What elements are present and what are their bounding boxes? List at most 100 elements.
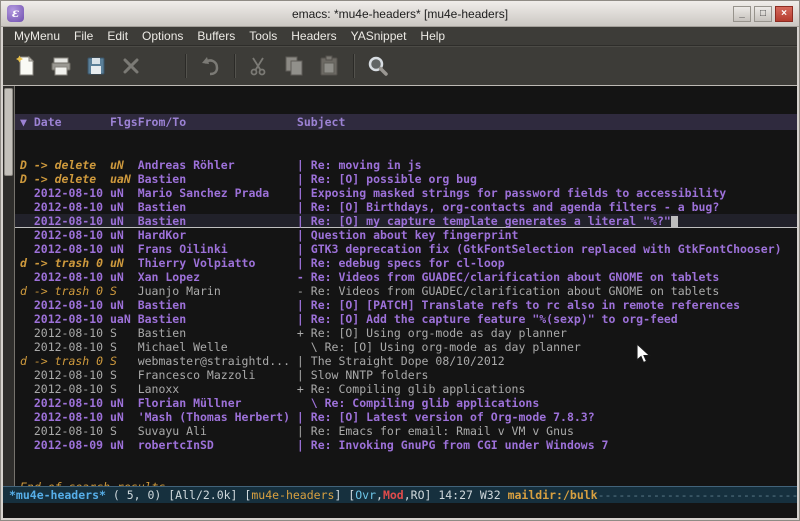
- message-row[interactable]: 2012-08-10uN'Mash (Thomas Herbert)| Re: …: [15, 410, 797, 424]
- menu-item-headers[interactable]: Headers: [284, 27, 343, 45]
- date-cell: 2012-08-10: [20, 242, 110, 256]
- modeline-folder: maildir:/bulk: [508, 488, 598, 502]
- subject-cell: | Re: Emacs for email: Rmail v VM v Gnus: [297, 424, 574, 438]
- message-row[interactable]: 2012-08-10uNXan Lopez- Re: Videos from G…: [15, 270, 797, 284]
- from-cell: Bastien: [138, 172, 297, 186]
- date-cell: 2012-08-10: [20, 214, 110, 228]
- subject-cell: | Re: edebug specs for cl-loop: [297, 256, 505, 270]
- scrollbar[interactable]: [3, 86, 15, 486]
- title-bar[interactable]: ε emacs: *mu4e-headers* [mu4e-headers] _…: [1, 1, 799, 27]
- undo-button[interactable]: [195, 51, 225, 81]
- date-cell: 2012-08-10: [20, 340, 110, 354]
- message-row[interactable]: d -> trash 0uNThierry Volpiatto| Re: ede…: [15, 256, 797, 270]
- mode-line: *mu4e-headers* ( 5, 0) [All/2.0k] [mu4e-…: [3, 486, 797, 503]
- menu-item-options[interactable]: Options: [135, 27, 190, 45]
- close-button[interactable]: ×: [775, 6, 793, 22]
- from-cell: HardKor: [138, 228, 297, 242]
- from-cell: Bastien: [138, 200, 297, 214]
- message-row[interactable]: 2012-08-10uNBastien| Re: [O] my capture …: [15, 214, 797, 228]
- date-cell: D -> delete: [20, 172, 110, 186]
- message-row[interactable]: 2012-08-10uNHardKor| Question about key …: [15, 228, 797, 242]
- flags-cell: uaN: [110, 312, 138, 326]
- date-cell: d -> trash 0: [20, 354, 110, 368]
- toolbar-separator: [185, 54, 187, 78]
- tool-bar: [3, 46, 797, 85]
- end-of-results-text: End of search results: [15, 480, 797, 486]
- toolbar-separator: [353, 54, 355, 78]
- minimize-button[interactable]: _: [733, 6, 751, 22]
- copy-button[interactable]: [279, 51, 309, 81]
- flags-cell: uN: [110, 438, 138, 452]
- maximize-button[interactable]: □: [754, 6, 772, 22]
- message-row[interactable]: d -> trash 0Swebmaster@straightd...| The…: [15, 354, 797, 368]
- close-buffer-button[interactable]: [116, 51, 146, 81]
- menu-bar: MyMenuFileEditOptionsBuffersToolsHeaders…: [3, 27, 797, 46]
- subject-cell: \ Re: [O] Using org-mode as day planner: [297, 340, 581, 354]
- date-cell: 2012-08-10: [20, 396, 110, 410]
- toolbar-separator: [234, 54, 236, 78]
- paste-button[interactable]: [314, 51, 344, 81]
- search-button[interactable]: [363, 51, 393, 81]
- flags-cell: S: [110, 340, 138, 354]
- message-row[interactable]: 2012-08-09uNrobertcInSD| Re: Invoking Gn…: [15, 438, 797, 452]
- message-row[interactable]: D -> deleteuaNBastien| Re: [O] possible …: [15, 172, 797, 186]
- message-row[interactable]: 2012-08-10SBastien+ Re: [O] Using org-mo…: [15, 326, 797, 340]
- modeline-buffer-name: *mu4e-headers*: [9, 488, 106, 502]
- date-cell: 2012-08-10: [20, 228, 110, 242]
- cut-button[interactable]: [244, 51, 274, 81]
- message-row[interactable]: 2012-08-10SLanoxx+ Re: Compiling glib ap…: [15, 382, 797, 396]
- message-row[interactable]: 2012-08-10uaNBastien| Re: [O] Add the ca…: [15, 312, 797, 326]
- message-row[interactable]: D -> deleteuNAndreas Röhler| Re: moving …: [15, 158, 797, 172]
- new-file-button[interactable]: [11, 51, 41, 81]
- save-button[interactable]: [81, 51, 111, 81]
- menu-item-mymenu[interactable]: MyMenu: [7, 27, 67, 45]
- minibuffer[interactable]: [3, 503, 797, 518]
- from-cell: Bastien: [138, 298, 297, 312]
- column-header-date[interactable]: ▼ Date: [20, 114, 110, 130]
- from-cell: Xan Lopez: [138, 270, 297, 284]
- menu-item-file[interactable]: File: [67, 27, 100, 45]
- from-cell: Bastien: [138, 214, 297, 228]
- message-row[interactable]: 2012-08-10uNBastien| Re: [O] [PATCH] Tra…: [15, 298, 797, 312]
- message-row[interactable]: 2012-08-10SMichael Welle \ Re: [O] Using…: [15, 340, 797, 354]
- subject-cell: - Re: Videos from GUADEC/clarification a…: [297, 284, 719, 298]
- message-row[interactable]: 2012-08-10uNMario Sanchez Prada| Exposin…: [15, 186, 797, 200]
- emacs-window: ε emacs: *mu4e-headers* [mu4e-headers] _…: [0, 0, 800, 521]
- flags-cell: uN: [110, 256, 138, 270]
- date-cell: 2012-08-10: [20, 424, 110, 438]
- menu-item-help[interactable]: Help: [413, 27, 452, 45]
- menu-item-yasnippet[interactable]: YASnippet: [344, 27, 414, 45]
- subject-cell: | The Straight Dope 08/10/2012: [297, 354, 505, 368]
- date-cell: d -> trash 0: [20, 256, 110, 270]
- menu-item-edit[interactable]: Edit: [100, 27, 135, 45]
- subject-cell: - Re: Videos from GUADEC/clarification a…: [297, 270, 719, 284]
- subject-cell: | Re: [O] Birthdays, org-contacts and ag…: [297, 200, 719, 214]
- menu-item-tools[interactable]: Tools: [242, 27, 284, 45]
- date-cell: 2012-08-10: [20, 382, 110, 396]
- scrollbar-thumb[interactable]: [4, 88, 13, 176]
- save-icon: [84, 54, 108, 78]
- menu-item-buffers[interactable]: Buffers: [190, 27, 242, 45]
- search-icon: [366, 54, 390, 78]
- subject-cell: | Re: [O] possible org bug: [297, 172, 477, 186]
- message-row[interactable]: 2012-08-10SSuvayu Ali| Re: Emacs for ema…: [15, 424, 797, 438]
- print-button[interactable]: [46, 51, 76, 81]
- column-header-from[interactable]: From/To: [138, 114, 297, 130]
- from-cell: Juanjo Marin: [138, 284, 297, 298]
- subject-cell: | Re: [O] [PATCH] Translate refs to rc a…: [297, 298, 740, 312]
- from-cell: Thierry Volpiatto: [138, 256, 297, 270]
- date-cell: 2012-08-10: [20, 270, 110, 284]
- column-header-flags[interactable]: Flgs: [110, 114, 138, 130]
- flags-cell: S: [110, 424, 138, 438]
- message-row[interactable]: d -> trash 0SJuanjo Marin- Re: Videos fr…: [15, 284, 797, 298]
- message-row[interactable]: 2012-08-10uNFlorian Müllner \ Re: Compil…: [15, 396, 797, 410]
- close-buffer-icon: [119, 54, 143, 78]
- message-row[interactable]: 2012-08-10uNFrans Oilinki| GTK3 deprecat…: [15, 242, 797, 256]
- from-cell: Bastien: [138, 326, 297, 340]
- message-row[interactable]: 2012-08-10uNBastien| Re: [O] Birthdays, …: [15, 200, 797, 214]
- date-cell: 2012-08-10: [20, 312, 110, 326]
- message-row[interactable]: 2012-08-10SFrancesco Mazzoli| Slow NNTP …: [15, 368, 797, 382]
- message-list: D -> deleteuNAndreas Röhler| Re: moving …: [15, 158, 797, 452]
- column-header-subject[interactable]: Subject: [297, 115, 345, 129]
- mu4e-headers-buffer[interactable]: ▼ DateFlgsFrom/ToSubject D -> deleteuNAn…: [15, 86, 797, 486]
